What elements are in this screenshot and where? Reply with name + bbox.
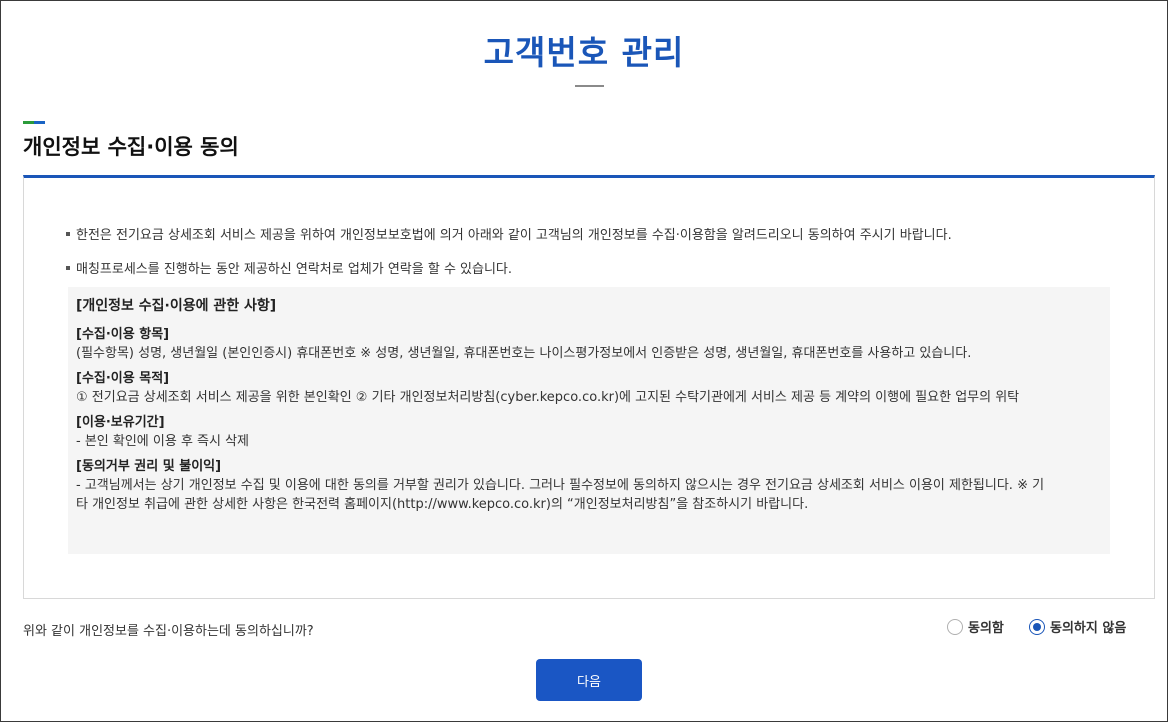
notice-item: 매칭프로세스를 진행하는 동안 제공하신 연락처로 업체가 연락을 할 수 있습… — [66, 258, 512, 277]
notice-text: 매칭프로세스를 진행하는 동안 제공하신 연락처로 업체가 연락을 할 수 있습… — [76, 262, 513, 277]
agree-radio[interactable]: 동의함 — [947, 617, 1004, 636]
disagree-label[interactable]: 동의하지 않음 — [1050, 617, 1126, 636]
agree-label[interactable]: 동의함 — [968, 617, 1004, 636]
title-divider — [575, 85, 604, 87]
page-title: 고객번호 관리 — [483, 33, 685, 72]
details-text-retention: - 본인 확인에 이용 후 즉시 삭제 — [76, 434, 250, 449]
radio-unchecked-icon[interactable] — [947, 618, 963, 635]
section-title: 개인정보 수집·이용 동의 — [23, 135, 239, 159]
bullet-icon — [66, 265, 70, 270]
details-subtitle-retention: [이용·보유기간] — [76, 415, 165, 430]
disagree-radio[interactable]: 동의하지 않음 — [1029, 617, 1126, 636]
radio-checked-icon[interactable] — [1029, 618, 1045, 635]
details-text-items: (필수항목) 성명, 생년월일 (본인인증시) 휴대폰번호 ※ 성명, 생년월일… — [76, 346, 972, 361]
privacy-details-box: [개인정보 수집·이용에 관한 사항] [수집·이용 항목] (필수항목) 성명… — [68, 287, 1110, 554]
next-button[interactable]: 다음 — [536, 659, 642, 701]
details-subtitle-refusal: [동의거부 권리 및 불이익] — [76, 459, 222, 474]
notice-text: 한전은 전기요금 상세조회 서비스 제공을 위하여 개인정보보호법에 의거 아래… — [76, 228, 952, 243]
bullet-icon — [66, 231, 70, 236]
notice-item: 한전은 전기요금 상세조회 서비스 제공을 위하여 개인정보보호법에 의거 아래… — [66, 224, 952, 243]
details-subtitle-purpose: [수집·이용 목적] — [76, 371, 170, 386]
details-subtitle-items: [수집·이용 항목] — [76, 327, 170, 342]
details-text-refusal: 타 개인정보 취급에 관한 상세한 사항은 한국전력 홈페이지(http://w… — [76, 497, 809, 512]
section-accent-bar — [23, 121, 45, 124]
details-text-purpose: ① 전기요금 상세조회 서비스 제공을 위한 본인확인 ② 기타 개인정보처리방… — [76, 390, 1020, 405]
details-text-refusal: - 고객님께서는 상기 개인정보 수집 및 이용에 대한 동의를 거부할 권리가… — [76, 478, 1045, 493]
details-heading: [개인정보 수집·이용에 관한 사항] — [76, 298, 277, 314]
consent-question: 위와 같이 개인정보를 수집·이용하는데 동의하십니까? — [23, 624, 314, 639]
